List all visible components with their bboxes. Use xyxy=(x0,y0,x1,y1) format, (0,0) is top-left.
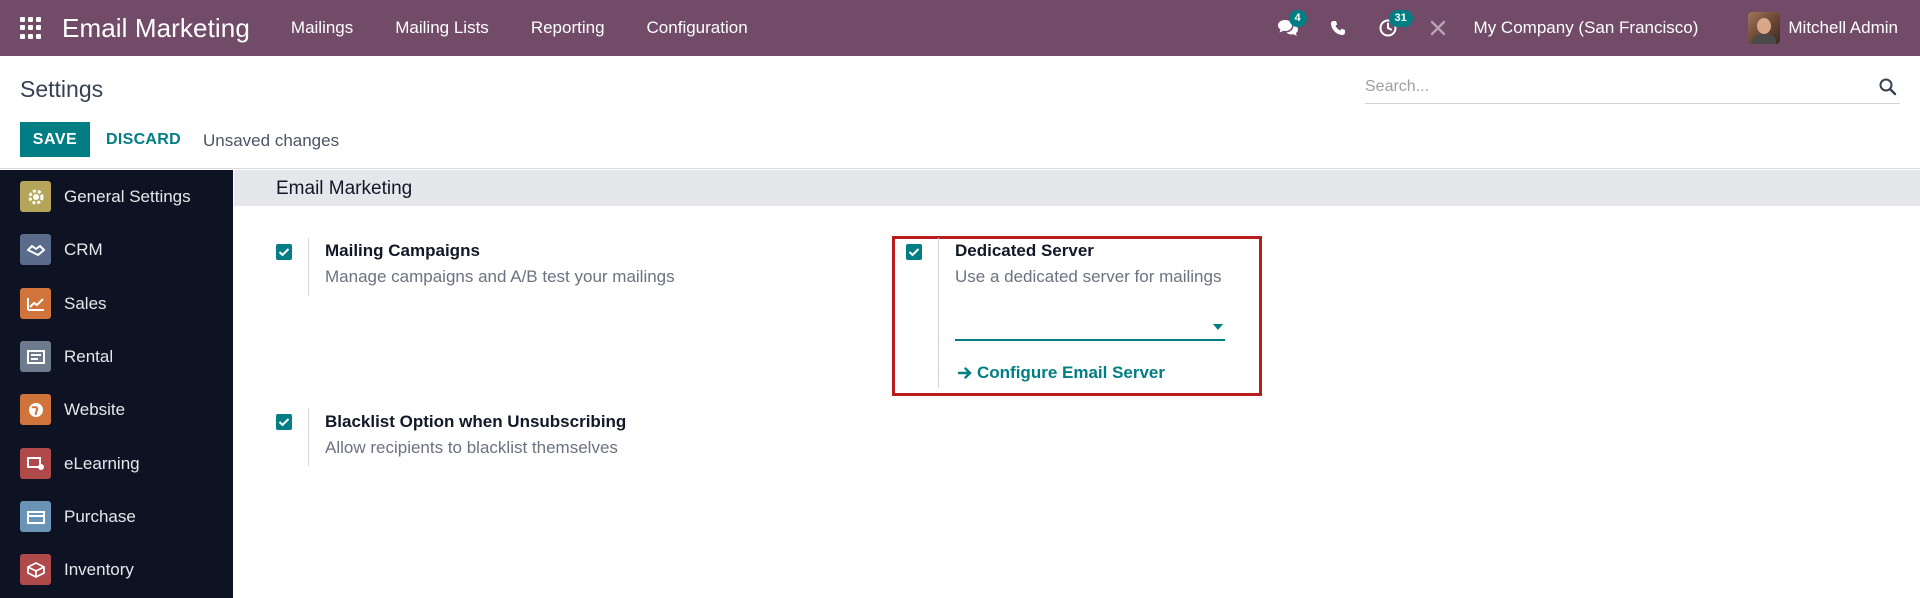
activities-button[interactable]: 31 xyxy=(1374,0,1413,56)
debug-tools-button[interactable] xyxy=(1424,0,1452,56)
sidebar-item-label: Purchase xyxy=(64,506,136,526)
discard-button[interactable]: DISCARD xyxy=(100,122,187,157)
rental-icon xyxy=(20,341,51,372)
sidebar-item-label: CRM xyxy=(64,239,103,259)
section-header: Email Marketing xyxy=(234,170,1920,206)
page-title: Settings xyxy=(20,76,104,102)
menu-mailing-lists[interactable]: Mailing Lists xyxy=(374,18,510,38)
menu-configuration[interactable]: Configuration xyxy=(626,18,769,38)
sidebar-item-label: Website xyxy=(64,399,126,419)
caret-down-icon xyxy=(1213,324,1223,330)
blacklist-checkbox[interactable] xyxy=(276,414,292,430)
divider xyxy=(308,408,309,466)
company-switcher[interactable]: My Company (San Francisco) xyxy=(1474,18,1699,38)
handshake-icon xyxy=(20,234,51,265)
save-button[interactable]: SAVE xyxy=(20,122,90,157)
menu-mailings[interactable]: Mailings xyxy=(270,18,374,38)
control-panel: Settings SAVE DISCARD Unsaved changes xyxy=(0,56,1920,169)
sidebar-item-label: Inventory xyxy=(64,559,134,579)
sidebar-item-label: eLearning xyxy=(64,453,140,473)
user-name: Mitchell Admin xyxy=(1788,18,1898,37)
check-icon xyxy=(278,248,290,257)
dedicated-server-checkbox[interactable] xyxy=(906,244,922,260)
search-icon[interactable] xyxy=(1878,77,1898,97)
settings-sidebar: General Settings CRM Sales Rental Websit… xyxy=(0,170,233,598)
sidebar-item-rental[interactable]: Rental xyxy=(0,330,233,383)
setting-description: Allow recipients to blacklist themselves xyxy=(325,438,618,457)
search-box xyxy=(1365,72,1900,104)
chart-icon xyxy=(20,288,51,319)
card-icon xyxy=(20,501,51,532)
apps-grid-icon[interactable] xyxy=(20,17,42,39)
divider xyxy=(308,238,309,296)
search-input[interactable] xyxy=(1365,72,1865,102)
messages-button[interactable]: 4 xyxy=(1274,0,1307,56)
sidebar-item-label: Rental xyxy=(64,346,114,366)
divider xyxy=(938,238,939,388)
phone-icon xyxy=(1330,21,1345,35)
sidebar-item-inventory[interactable]: Inventory xyxy=(0,543,233,596)
box-icon xyxy=(20,554,51,585)
navbar-systray: 4 31 My Company (San Francisco) Mitchell… xyxy=(1274,0,1920,56)
sidebar-item-label: General Settings xyxy=(64,186,191,206)
main-menu: Mailings Mailing Lists Reporting Configu… xyxy=(270,18,769,38)
check-icon xyxy=(278,418,290,427)
menu-reporting[interactable]: Reporting xyxy=(510,18,626,38)
setting-title: Dedicated Server xyxy=(955,241,1094,260)
mailing-campaigns-checkbox[interactable] xyxy=(276,244,292,260)
check-icon xyxy=(908,248,920,257)
sidebar-item-purchase[interactable]: Purchase xyxy=(0,490,233,543)
unsaved-changes-status: Unsaved changes xyxy=(203,131,340,150)
setting-title: Blacklist Option when Unsubscribing xyxy=(325,412,627,431)
arrow-right-icon xyxy=(958,367,972,379)
configure-email-server-link[interactable]: Configure Email Server xyxy=(958,363,1165,383)
setting-title: Mailing Campaigns xyxy=(325,241,480,260)
activities-badge: 31 xyxy=(1388,10,1413,27)
elearning-icon xyxy=(20,448,51,479)
setting-description: Manage campaigns and A/B test your maili… xyxy=(325,267,675,286)
section-title: Email Marketing xyxy=(276,178,413,199)
tools-icon xyxy=(1430,20,1445,36)
gear-icon xyxy=(20,181,51,212)
globe-icon xyxy=(20,394,51,425)
sidebar-item-elearning[interactable]: eLearning xyxy=(0,437,233,490)
sidebar-item-sales[interactable]: Sales xyxy=(0,277,233,330)
sidebar-item-label: Sales xyxy=(64,293,107,313)
phone-button[interactable] xyxy=(1324,0,1352,56)
sidebar-item-general-settings[interactable]: General Settings xyxy=(0,170,233,223)
setting-description: Use a dedicated server for mailings xyxy=(955,267,1222,286)
sidebar-item-website[interactable]: Website xyxy=(0,383,233,436)
app-brand[interactable]: Email Marketing xyxy=(62,13,250,44)
sidebar-item-crm[interactable]: CRM xyxy=(0,223,233,276)
avatar xyxy=(1748,12,1781,44)
messages-badge: 4 xyxy=(1288,10,1307,27)
user-menu[interactable]: Mitchell Admin xyxy=(1748,12,1898,44)
mail-server-select[interactable] xyxy=(955,311,1225,341)
configure-email-server-label: Configure Email Server xyxy=(977,363,1166,382)
top-navbar: Email Marketing Mailings Mailing Lists R… xyxy=(0,0,1920,56)
